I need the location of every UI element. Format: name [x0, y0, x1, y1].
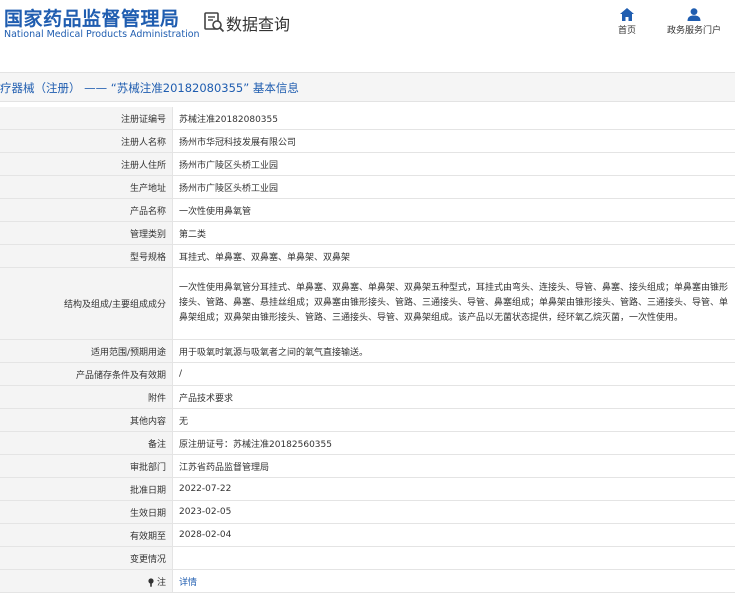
- home-icon: [620, 8, 634, 21]
- details-link[interactable]: 详情: [179, 578, 197, 588]
- row-value: 第二类: [173, 222, 735, 245]
- nav-home[interactable]: 首页: [616, 8, 638, 36]
- row-value: 无: [173, 409, 735, 432]
- row-value: 一次性使用鼻氧管: [173, 199, 735, 222]
- table-row: 结构及组成/主要组成成分一次性使用鼻氧管分耳挂式、单鼻塞、双鼻塞、单鼻架、双鼻架…: [0, 268, 735, 340]
- row-value: 江苏省药品监督管理局: [173, 455, 735, 478]
- row-label: 管理类别: [0, 222, 173, 245]
- row-value: 2023-02-05: [173, 501, 735, 524]
- row-value: 苏械注准20182080355: [173, 107, 735, 130]
- row-label: 注: [0, 570, 173, 593]
- brand-name-cn[interactable]: 国家药品监督管理局: [4, 4, 180, 31]
- user-icon: [687, 8, 701, 21]
- table-row: 备注原注册证号：苏械注准20182560355: [0, 432, 735, 455]
- row-label: 注册人住所: [0, 153, 173, 176]
- row-value: 扬州市广陵区头桥工业园: [173, 176, 735, 199]
- note-icon: [147, 578, 155, 587]
- row-value: 一次性使用鼻氧管分耳挂式、单鼻塞、双鼻塞、单鼻架、双鼻架五种型式，耳挂式由弯头、…: [173, 268, 735, 340]
- row-label: 产品名称: [0, 199, 173, 222]
- site-header: 国家药品监督管理局 National Medical Products Admi…: [0, 0, 735, 60]
- row-label: 变更情况: [0, 547, 173, 570]
- row-value: 2022-07-22: [173, 478, 735, 501]
- row-label: 注册人名称: [0, 130, 173, 153]
- table-row: 产品名称一次性使用鼻氧管: [0, 199, 735, 222]
- row-value: 扬州市华冠科技发展有限公司: [173, 130, 735, 153]
- nav-service-portal[interactable]: 政务服务门户: [664, 8, 724, 36]
- table-row: 生产地址扬州市广陵区头桥工业园: [0, 176, 735, 199]
- table-row: 有效期至2028-02-04: [0, 524, 735, 547]
- row-label: 生产地址: [0, 176, 173, 199]
- table-row: 适用范围/预期用途用于吸氧时氧源与吸氧者之间的氧气直接输送。: [0, 340, 735, 363]
- row-value: 扬州市广陵区头桥工业园: [173, 153, 735, 176]
- row-value: /: [173, 363, 735, 386]
- table-row: 注册人名称扬州市华冠科技发展有限公司: [0, 130, 735, 153]
- row-label: 适用范围/预期用途: [0, 340, 173, 363]
- nav-home-label: 首页: [618, 26, 636, 36]
- row-label: 结构及组成/主要组成成分: [0, 268, 173, 340]
- row-value: [173, 547, 735, 570]
- row-label: 产品储存条件及有效期: [0, 363, 173, 386]
- row-value: 原注册证号：苏械注准20182560355: [173, 432, 735, 455]
- row-label: 备注: [0, 432, 173, 455]
- data-query-icon: [203, 11, 225, 33]
- row-label: 注册证编号: [0, 107, 173, 130]
- nav-portal-label: 政务服务门户: [667, 26, 721, 36]
- table-row-note: 注 详情: [0, 570, 735, 593]
- row-label: 生效日期: [0, 501, 173, 524]
- table-row: 产品储存条件及有效期/: [0, 363, 735, 386]
- table-row: 生效日期2023-02-05: [0, 501, 735, 524]
- brand-name-en[interactable]: National Medical Products Administration: [4, 29, 200, 40]
- table-row: 型号规格耳挂式、单鼻塞、双鼻塞、单鼻架、双鼻架: [0, 245, 735, 268]
- table-row: 批准日期2022-07-22: [0, 478, 735, 501]
- table-row: 其他内容无: [0, 409, 735, 432]
- row-label: 型号规格: [0, 245, 173, 268]
- data-query-title: 数据查询: [226, 11, 290, 35]
- registration-detail-table: 注册证编号苏械注准20182080355注册人名称扬州市华冠科技发展有限公司注册…: [0, 107, 735, 593]
- table-row: 注册证编号苏械注准20182080355: [0, 107, 735, 130]
- row-label: 其他内容: [0, 409, 173, 432]
- table-row: 注册人住所扬州市广陵区头桥工业园: [0, 153, 735, 176]
- table-row: 附件产品技术要求: [0, 386, 735, 409]
- table-row: 变更情况: [0, 547, 735, 570]
- table-row: 管理类别第二类: [0, 222, 735, 245]
- row-label: 批准日期: [0, 478, 173, 501]
- row-label: 审批部门: [0, 455, 173, 478]
- table-row: 审批部门江苏省药品监督管理局: [0, 455, 735, 478]
- page-title: 疗器械（注册） —— “苏械注准20182080355” 基本信息: [0, 80, 299, 96]
- row-label: 有效期至: [0, 524, 173, 547]
- row-value: 产品技术要求: [173, 386, 735, 409]
- page-title-bar: 疗器械（注册） —— “苏械注准20182080355” 基本信息: [0, 72, 735, 102]
- row-label: 附件: [0, 386, 173, 409]
- row-value: 用于吸氧时氧源与吸氧者之间的氧气直接输送。: [173, 340, 735, 363]
- row-value: 2028-02-04: [173, 524, 735, 547]
- row-value: 耳挂式、单鼻塞、双鼻塞、单鼻架、双鼻架: [173, 245, 735, 268]
- row-value: 详情: [173, 570, 735, 593]
